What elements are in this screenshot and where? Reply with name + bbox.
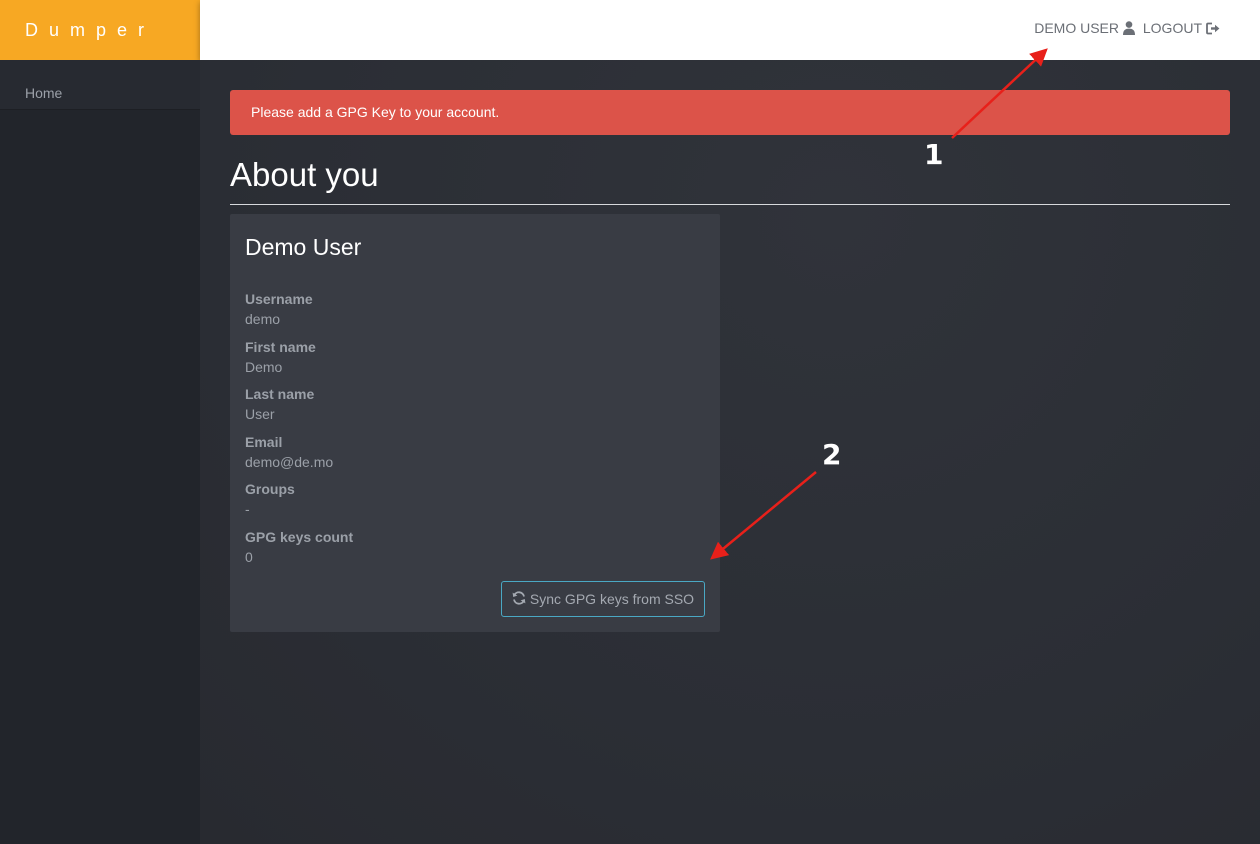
field-label: GPG keys count bbox=[245, 528, 354, 545]
field-first-name: First name Demo bbox=[245, 338, 705, 386]
page-title: About you bbox=[230, 156, 379, 193]
refresh-icon bbox=[512, 590, 526, 608]
logout-link[interactable]: LOGOUT bbox=[1143, 20, 1220, 36]
logout-label: LOGOUT bbox=[1142, 20, 1202, 36]
field-label: Groups bbox=[245, 481, 295, 497]
sync-button-label: Sync GPG keys from SSO bbox=[529, 591, 695, 607]
field-label: Username bbox=[245, 291, 313, 307]
alert-message: Please add a GPG Key to your account. bbox=[251, 104, 500, 120]
sign-out-icon bbox=[1206, 22, 1220, 35]
field-value: 0 bbox=[245, 548, 253, 565]
brand-logo[interactable]: Dumper bbox=[0, 0, 200, 60]
sidebar-item-home[interactable]: Home bbox=[0, 60, 200, 110]
field-value: User bbox=[245, 406, 275, 422]
top-navbar: DEMO USER LOGOUT bbox=[200, 0, 1260, 60]
user-menu-label: DEMO USER bbox=[1034, 20, 1119, 36]
field-email: Email demo@de.mo bbox=[245, 433, 705, 481]
field-groups: Groups - bbox=[245, 480, 705, 528]
gpg-key-alert: Please add a GPG Key to your account. bbox=[230, 90, 1230, 135]
profile-name: Demo User bbox=[245, 234, 362, 260]
field-label: First name bbox=[245, 338, 316, 355]
user-icon bbox=[1123, 21, 1135, 35]
field-value: demo@de.mo bbox=[245, 453, 334, 470]
sidebar: Home bbox=[0, 60, 200, 844]
field-gpg-keys-count: GPG keys count 0 bbox=[245, 528, 705, 576]
sidebar-item-label: Home bbox=[25, 85, 63, 101]
profile-card: Demo User Username demo First name Demo … bbox=[230, 214, 720, 632]
profile-field-list: Username demo First name Demo Last name … bbox=[245, 290, 705, 575]
field-label: Email bbox=[245, 433, 283, 450]
field-value: demo bbox=[245, 311, 281, 327]
field-last-name: Last name User bbox=[245, 385, 705, 433]
field-value: - bbox=[245, 501, 250, 517]
main-content: Please add a GPG Key to your account. Ab… bbox=[200, 60, 1260, 844]
field-value: Demo bbox=[245, 358, 283, 375]
user-menu-link[interactable]: DEMO USER bbox=[1034, 20, 1135, 36]
field-username: Username demo bbox=[245, 290, 705, 338]
title-divider bbox=[230, 204, 1230, 205]
brand-name: Dumper bbox=[25, 19, 156, 40]
field-label: Last name bbox=[245, 386, 315, 402]
sync-gpg-keys-button[interactable]: Sync GPG keys from SSO bbox=[501, 581, 705, 617]
